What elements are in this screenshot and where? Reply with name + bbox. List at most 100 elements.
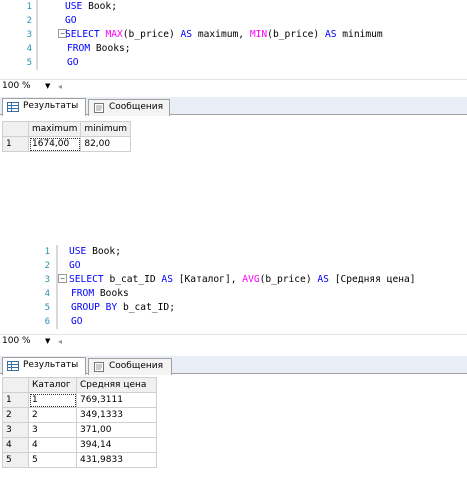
table-row[interactable]: 1 1 769,3111 [2,392,157,408]
line-number: 5 [44,303,50,313]
line-number: 2 [26,16,32,26]
code-text: GROUP BY b_cat_ID; [71,301,175,315]
row-number[interactable]: 2 [2,407,29,423]
grid-cell[interactable]: 4 [28,437,77,453]
table-row[interactable]: 1 1674,00 82,00 [2,136,132,152]
code-line[interactable]: 3− SELECT b_cat_ID AS [Каталог], AVG(b_pr… [0,273,467,287]
table-row[interactable]: 4 4 394,14 [2,437,157,453]
grid-cell[interactable]: 5 [28,452,77,468]
scroll-left-icon[interactable]: ◂ [58,80,62,93]
code-text: SELECT b_cat_ID AS [Каталог], AVG(b_pric… [69,273,416,287]
sql-keyword: GO [65,15,77,26]
table-row[interactable]: 2 2 349,1333 [2,407,157,423]
grid-cell[interactable]: 2 [28,407,77,423]
messages-icon [94,103,104,113]
tab-messages-label: Сообщения [109,102,164,112]
code-line[interactable]: 1 USE Book; [0,245,467,259]
code-text: GO [69,259,81,273]
column-header[interactable]: Каталог [28,377,77,393]
tab-results[interactable]: Результаты [2,357,86,375]
column-header[interactable]: maximum [27,121,82,137]
code-line[interactable]: 6 GO [0,315,467,329]
sql-identifier: (b_price) [122,29,181,40]
code-line[interactable]: 1 USE Book; [0,0,467,14]
row-number[interactable]: 4 [2,437,29,453]
code-text: USE Book; [65,0,117,14]
tab-results[interactable]: Результаты [2,98,86,116]
dropdown-arrow-icon[interactable]: ▼ [45,80,50,93]
line-number: 3 [44,275,50,285]
code-editor-1[interactable]: 1 USE Book; 2 GO 3− SELECT MAX(b_price) AS ma… [0,0,467,70]
sql-keyword: SELECT [65,29,106,40]
sql-identifier: maximum, [197,29,250,40]
row-number[interactable]: 5 [2,452,29,468]
sql-keyword: FROM [71,288,100,299]
zoom-bar-2: 100 % ▼ ◂ [0,334,467,348]
sql-keyword: GO [71,316,83,327]
change-marker [56,259,58,273]
sql-identifier: Books [99,288,129,299]
change-marker [36,56,38,70]
code-line[interactable]: 5 GROUP BY b_cat_ID; [0,301,467,315]
sql-keyword: AS [324,29,343,40]
line-number: 6 [44,317,50,327]
column-header[interactable]: Средняя цена [76,377,157,393]
sql-identifier: b_cat_ID [109,274,162,285]
line-number: 5 [26,58,32,68]
sql-keyword: AS [317,274,335,285]
grid-cell[interactable]: 1674,00 [27,136,82,152]
code-line[interactable]: 2 GO [0,14,467,28]
grid-cell[interactable]: 431,9833 [76,452,157,468]
grid-cell[interactable]: 3 [28,422,77,438]
sql-identifier: [Средняя цена] [334,274,416,285]
line-number: 4 [26,44,32,54]
dropdown-arrow-icon[interactable]: ▼ [45,335,50,348]
change-marker [56,287,58,301]
code-line[interactable]: 5 GO [0,56,467,70]
sql-identifier: (b_price) [259,274,318,285]
results-grid-2: Каталог Средняя цена 1 1 769,3111 2 2 349,1333 3… [2,377,157,468]
grid-cell[interactable]: 1 [28,392,77,408]
zoom-level[interactable]: 100 % [2,80,31,93]
tab-messages[interactable]: Сообщения [88,358,172,375]
code-line[interactable]: 4 FROM Books [0,287,467,301]
grid-cell[interactable]: 349,1333 [76,407,157,423]
sql-identifier: [Каталог], [178,274,243,285]
collapse-minus-icon[interactable]: − [58,274,67,283]
result-tabs-2: Результаты Сообщения [0,356,467,375]
table-row[interactable]: 3 3 371,00 [2,422,157,438]
sql-keyword: SELECT [69,274,110,285]
sql-identifier: Book; [88,1,117,12]
sql-identifier: (b_price) [267,29,325,40]
row-number[interactable]: 1 [2,392,29,408]
zoom-level[interactable]: 100 % [2,335,31,348]
results-grid-1: maximum minimum 1 1674,00 82,00 [2,121,132,152]
row-number[interactable]: 3 [2,422,29,438]
code-line[interactable]: 4 FROM Books; [0,42,467,56]
grid-cell[interactable]: 371,00 [76,422,157,438]
sql-keyword: USE [69,246,93,257]
table-row[interactable]: 5 5 431,9833 [2,452,157,468]
sql-identifier: b_cat_ID; [122,302,175,313]
sql-function: AVG [242,274,260,285]
tab-messages[interactable]: Сообщения [88,99,170,116]
code-text: SELECT MAX(b_price) AS maximum, MIN(b_pr… [65,28,383,42]
code-line[interactable]: 3− SELECT MAX(b_price) AS maximum, MIN(b_… [0,28,467,42]
sql-keyword: GROUP BY [71,302,123,313]
code-line[interactable]: 2 GO [0,259,467,273]
grid-corner[interactable] [2,121,29,137]
tab-results-label: Результаты [23,360,79,370]
sql-keyword: AS [161,274,179,285]
grid-cell[interactable]: 82,00 [80,136,132,152]
scroll-left-icon[interactable]: ◂ [58,335,62,348]
code-editor-2[interactable]: 1 USE Book; 2 GO 3− SELECT b_cat_ID AS [Катал… [0,245,467,329]
grid-corner[interactable] [2,377,29,393]
sql-identifier: minimum [342,29,383,40]
result-tabs-1: Результаты Сообщения [0,97,467,116]
grid-cell[interactable]: 394,14 [76,437,157,453]
row-number[interactable]: 1 [2,136,29,152]
sql-function: MAX [105,29,123,40]
column-header[interactable]: minimum [80,121,132,137]
line-number: 3 [26,30,32,40]
grid-cell[interactable]: 769,3111 [76,392,157,408]
